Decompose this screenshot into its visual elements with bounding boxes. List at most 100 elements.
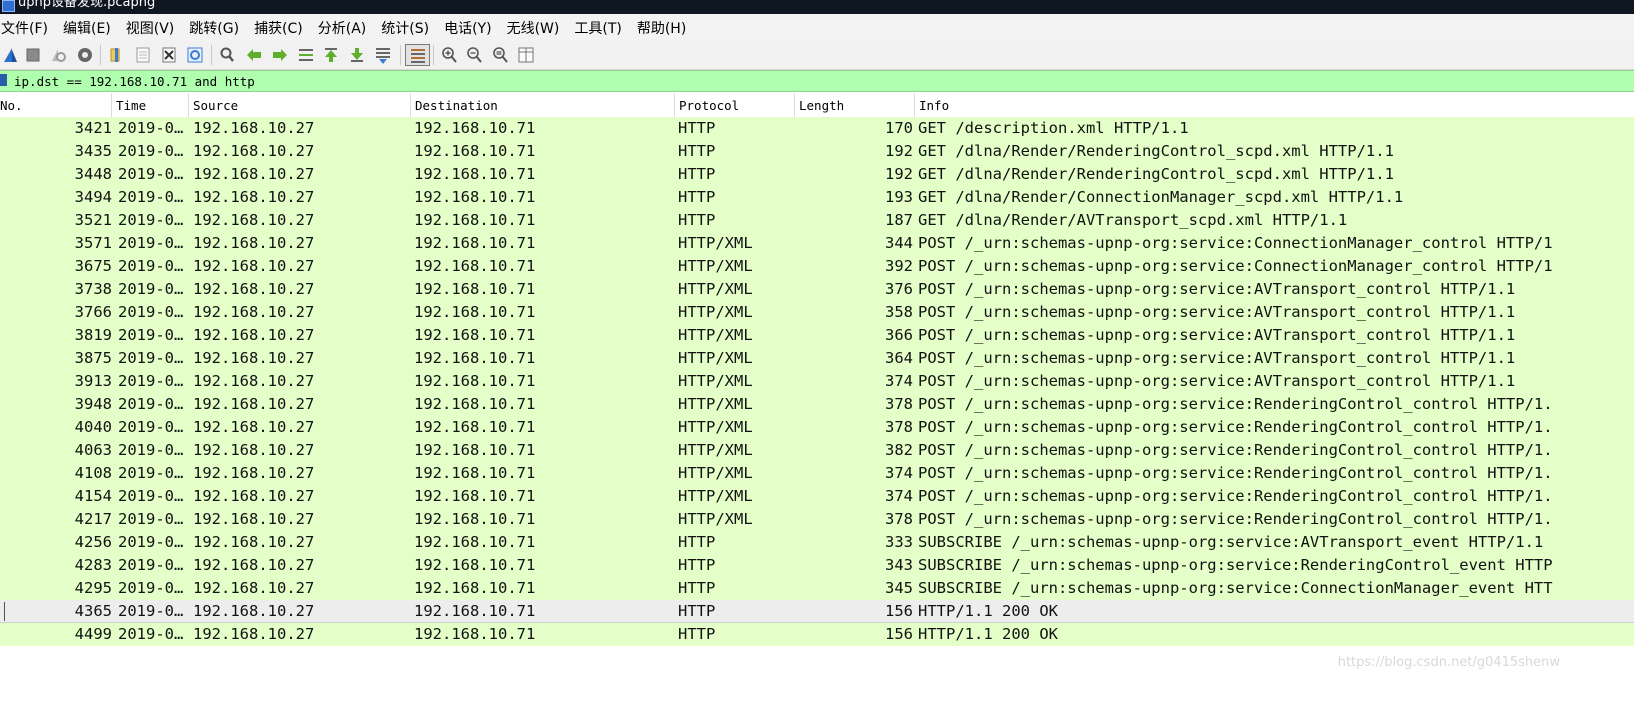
save-file-icon[interactable] — [132, 44, 154, 66]
packet-destination: 192.168.10.71 — [414, 441, 536, 459]
column-header-protocol[interactable]: Protocol — [675, 93, 795, 117]
first-packet-icon[interactable] — [320, 44, 342, 66]
packet-row[interactable]: 3435 2019-0… 192.168.10.27 192.168.10.71 HTT… — [0, 140, 1634, 163]
main-toolbar — [0, 41, 1634, 70]
go-to-packet-icon[interactable] — [295, 44, 317, 66]
packet-info: POST /_urn:schemas-upnp-org:service:Rend… — [918, 510, 1553, 528]
packet-info: GET /dlna/Render/AVTransport_scpd.xml HT… — [918, 211, 1348, 229]
title-bar: upnp设备发现.pcapng — [0, 0, 1634, 14]
packet-destination: 192.168.10.71 — [414, 395, 536, 413]
menu-go[interactable]: 跳转(G) — [188, 18, 247, 38]
menu-tools[interactable]: 工具(T) — [573, 18, 629, 38]
packet-row[interactable]: 3494 2019-0… 192.168.10.27 192.168.10.71 HTT… — [0, 186, 1634, 209]
display-filter-input[interactable] — [14, 72, 1614, 90]
packet-row-selected[interactable]: 4365 2019-0… 192.168.10.27 192.168.10.71 HTT… — [0, 600, 1634, 623]
packet-protocol: HTTP — [678, 625, 716, 643]
open-file-icon[interactable] — [105, 44, 127, 66]
packet-time: 2019-0… — [118, 257, 184, 275]
resize-columns-icon[interactable] — [515, 44, 537, 66]
menu-statistics[interactable]: 统计(S) — [380, 18, 437, 38]
column-header-source[interactable]: Source — [189, 93, 411, 117]
packet-number: 4108 — [74, 464, 112, 482]
packet-number: 4040 — [74, 418, 112, 436]
packet-row[interactable]: 3571 2019-0… 192.168.10.27 192.168.10.71 HTT… — [0, 232, 1634, 255]
packet-info: GET /dlna/Render/RenderingControl_scpd.x… — [918, 165, 1394, 183]
stop-icon[interactable] — [22, 44, 44, 66]
packet-row[interactable]: 3421 2019-0… 192.168.10.27 192.168.10.71 HTT… — [0, 117, 1634, 140]
menu-bar: 文件(F) 编辑(E) 视图(V) 跳转(G) 捕获(C) 分析(A) 统计(S… — [0, 14, 1634, 41]
menu-telephony[interactable]: 电话(Y) — [443, 18, 499, 38]
packet-number: 4365 — [74, 602, 112, 620]
menu-file[interactable]: 文件(F) — [0, 18, 56, 38]
autoscroll-icon[interactable] — [372, 44, 394, 66]
packet-row[interactable]: 4063 2019-0… 192.168.10.27 192.168.10.71 HTT… — [0, 439, 1634, 462]
packet-length: 382 — [885, 441, 913, 459]
reload-icon[interactable] — [184, 44, 206, 66]
packet-number: 4063 — [74, 441, 112, 459]
packet-row[interactable]: 3738 2019-0… 192.168.10.27 192.168.10.71 HTT… — [0, 278, 1634, 301]
packet-source: 192.168.10.27 — [193, 625, 315, 643]
packet-destination: 192.168.10.71 — [414, 119, 536, 137]
packet-length: 345 — [885, 579, 913, 597]
packet-info: POST /_urn:schemas-upnp-org:service:Rend… — [918, 418, 1553, 436]
packet-length: 392 — [885, 257, 913, 275]
packet-row[interactable]: 3675 2019-0… 192.168.10.27 192.168.10.71 HTT… — [0, 255, 1634, 278]
packet-info: SUBSCRIBE /_urn:schemas-upnp-org:service… — [918, 579, 1553, 597]
menu-analyze[interactable]: 分析(A) — [317, 18, 375, 38]
menu-view[interactable]: 视图(V) — [125, 18, 183, 38]
packet-row[interactable]: 4040 2019-0… 192.168.10.27 192.168.10.71 HTT… — [0, 416, 1634, 439]
packet-row[interactable]: 3766 2019-0… 192.168.10.27 192.168.10.71 HTT… — [0, 301, 1634, 324]
menu-wireless[interactable]: 无线(W) — [506, 18, 568, 38]
packet-protocol: HTTP/XML — [678, 326, 753, 344]
packet-destination: 192.168.10.71 — [414, 349, 536, 367]
packet-row[interactable]: 3913 2019-0… 192.168.10.27 192.168.10.71 HTT… — [0, 370, 1634, 393]
zoom-out-icon[interactable] — [463, 44, 485, 66]
packet-info: POST /_urn:schemas-upnp-org:service:AVTr… — [918, 372, 1516, 390]
column-header-info[interactable]: Info — [915, 93, 1634, 117]
menu-edit[interactable]: 编辑(E) — [62, 18, 119, 38]
options-icon[interactable] — [74, 44, 96, 66]
packet-time: 2019-0… — [118, 234, 184, 252]
packet-protocol: HTTP/XML — [678, 487, 753, 505]
back-arrow-icon[interactable] — [243, 44, 265, 66]
last-packet-icon[interactable] — [346, 44, 368, 66]
restart-icon[interactable] — [47, 44, 69, 66]
packet-destination: 192.168.10.71 — [414, 188, 536, 206]
menu-help[interactable]: 帮助(H) — [636, 18, 694, 38]
packet-protocol: HTTP — [678, 142, 716, 160]
packet-row[interactable]: 4154 2019-0… 192.168.10.27 192.168.10.71 HTT… — [0, 485, 1634, 508]
packet-row[interactable]: 4499 2019-0… 192.168.10.27 192.168.10.71 HTT… — [0, 623, 1634, 646]
zoom-in-icon[interactable] — [438, 44, 460, 66]
column-header-length[interactable]: Length — [795, 93, 915, 117]
column-header-time[interactable]: Time — [112, 93, 189, 117]
column-header-no[interactable]: No. — [0, 93, 112, 117]
packet-time: 2019-0… — [118, 165, 184, 183]
packet-row[interactable]: 4295 2019-0… 192.168.10.27 192.168.10.71 HTT… — [0, 577, 1634, 600]
packet-length: 366 — [885, 326, 913, 344]
packet-source: 192.168.10.27 — [193, 119, 315, 137]
packet-row[interactable]: 3948 2019-0… 192.168.10.27 192.168.10.71 HTT… — [0, 393, 1634, 416]
packet-row[interactable]: 3875 2019-0… 192.168.10.27 192.168.10.71 HTT… — [0, 347, 1634, 370]
bookmark-icon[interactable] — [0, 74, 7, 86]
close-file-icon[interactable] — [158, 44, 180, 66]
packet-row[interactable]: 3448 2019-0… 192.168.10.27 192.168.10.71 HTT… — [0, 163, 1634, 186]
packet-row[interactable]: 4256 2019-0… 192.168.10.27 192.168.10.71 HTT… — [0, 531, 1634, 554]
packet-time: 2019-0… — [118, 533, 184, 551]
colorize-icon[interactable] — [405, 44, 430, 66]
packet-row[interactable]: 4108 2019-0… 192.168.10.27 192.168.10.71 HTT… — [0, 462, 1634, 485]
menu-capture[interactable]: 捕获(C) — [253, 18, 311, 38]
packet-protocol: HTTP/XML — [678, 349, 753, 367]
shark-fin-start-icon[interactable] — [0, 44, 22, 66]
find-icon[interactable] — [216, 44, 238, 66]
packet-row[interactable]: 3819 2019-0… 192.168.10.27 192.168.10.71 HTT… — [0, 324, 1634, 347]
packet-info: POST /_urn:schemas-upnp-org:service:Rend… — [918, 441, 1553, 459]
column-header-destination[interactable]: Destination — [411, 93, 675, 117]
packet-info: GET /dlna/Render/RenderingControl_scpd.x… — [918, 142, 1394, 160]
packet-info: POST /_urn:schemas-upnp-org:service:AVTr… — [918, 349, 1516, 367]
normal-size-icon[interactable] — [489, 44, 511, 66]
forward-arrow-icon[interactable] — [269, 44, 291, 66]
packet-row[interactable]: 4217 2019-0… 192.168.10.27 192.168.10.71 HTT… — [0, 508, 1634, 531]
packet-row[interactable]: 4283 2019-0… 192.168.10.27 192.168.10.71 HTT… — [0, 554, 1634, 577]
packet-length: 378 — [885, 418, 913, 436]
packet-row[interactable]: 3521 2019-0… 192.168.10.27 192.168.10.71 HTT… — [0, 209, 1634, 232]
